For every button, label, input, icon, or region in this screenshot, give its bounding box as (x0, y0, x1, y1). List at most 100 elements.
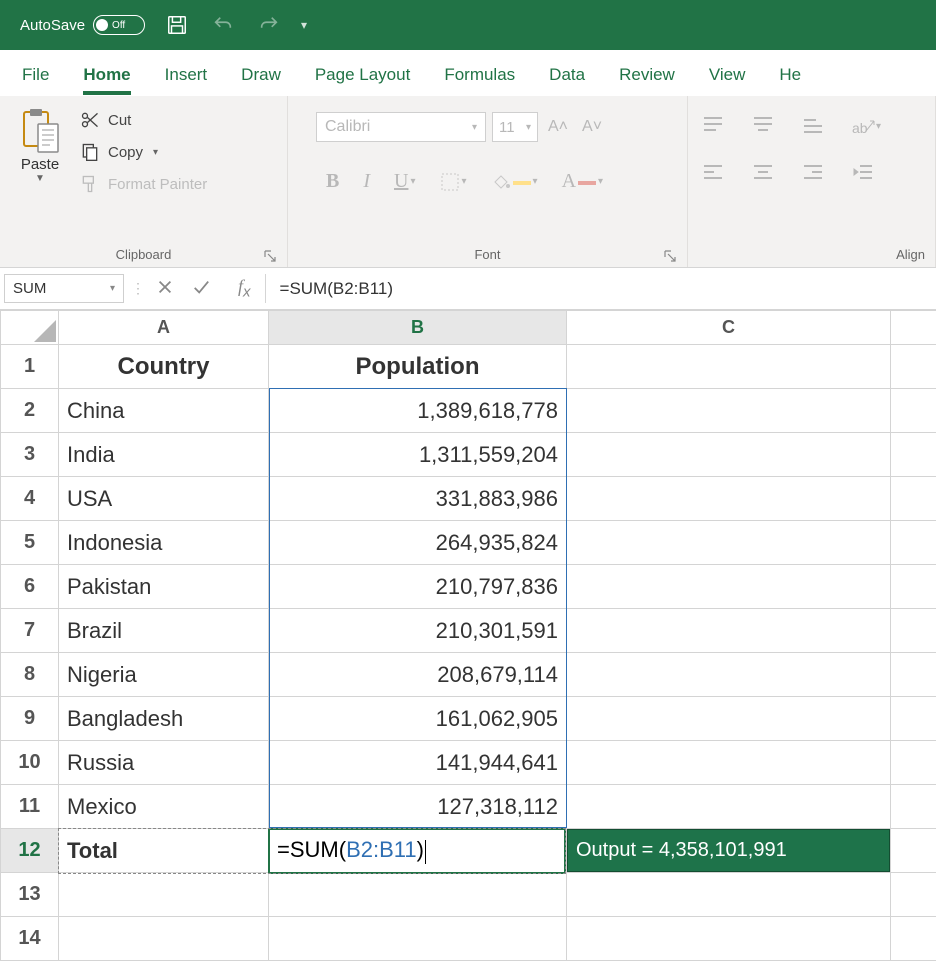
align-left-button[interactable] (702, 163, 724, 184)
qat-customize-icon[interactable]: ▾ (301, 18, 307, 32)
cut-button[interactable]: Cut (80, 110, 207, 130)
cell[interactable]: India (59, 433, 269, 477)
cell[interactable] (567, 697, 891, 741)
cell[interactable]: 210,301,591 (269, 609, 567, 653)
row-header[interactable]: 2 (1, 389, 59, 433)
align-bottom-button[interactable] (802, 116, 824, 137)
italic-button[interactable]: I (363, 170, 370, 193)
row-header[interactable]: 8 (1, 653, 59, 697)
cell[interactable] (59, 917, 269, 961)
row-header[interactable]: 9 (1, 697, 59, 741)
row-header[interactable]: 13 (1, 873, 59, 917)
cell[interactable] (567, 785, 891, 829)
toggle-switch[interactable]: Off (93, 15, 145, 35)
cell[interactable] (567, 565, 891, 609)
cell-a1[interactable]: Country (59, 345, 269, 389)
chevron-down-icon[interactable]: ▾ (110, 283, 115, 294)
cell[interactable] (567, 389, 891, 433)
format-painter-button[interactable]: Format Painter (80, 174, 207, 194)
col-header-b[interactable]: B (269, 311, 567, 345)
row-header[interactable]: 7 (1, 609, 59, 653)
cell[interactable]: Russia (59, 741, 269, 785)
underline-button[interactable]: U▾ (394, 170, 415, 193)
cell[interactable]: China (59, 389, 269, 433)
row-header[interactable]: 11 (1, 785, 59, 829)
cell[interactable] (891, 829, 936, 873)
grow-font-button[interactable]: A˄ (544, 118, 572, 136)
cell[interactable] (567, 521, 891, 565)
row-header[interactable]: 14 (1, 917, 59, 961)
row-header[interactable]: 1 (1, 345, 59, 389)
chevron-down-icon[interactable]: ▾ (153, 147, 158, 158)
align-center-button[interactable] (752, 163, 774, 184)
cell[interactable] (567, 609, 891, 653)
tab-data[interactable]: Data (549, 65, 585, 95)
font-name-select[interactable]: Calibri▾ (316, 112, 486, 142)
cancel-formula-button[interactable] (156, 278, 174, 299)
cell[interactable]: 161,062,905 (269, 697, 567, 741)
tab-page-layout[interactable]: Page Layout (315, 65, 410, 95)
fill-color-button[interactable]: ▾ (491, 172, 538, 192)
font-color-button[interactable]: A▾ (562, 170, 603, 193)
chevron-down-icon[interactable]: ▼ (35, 173, 45, 184)
shrink-font-button[interactable]: A˅ (578, 118, 606, 136)
cell[interactable]: Mexico (59, 785, 269, 829)
col-header-c[interactable]: C (567, 311, 891, 345)
name-box[interactable]: SUM ▾ (4, 274, 124, 303)
cell[interactable] (891, 785, 936, 829)
col-header-a[interactable]: A (59, 311, 269, 345)
cell[interactable] (891, 917, 936, 961)
cell[interactable] (269, 917, 567, 961)
cell[interactable] (567, 433, 891, 477)
row-header[interactable]: 6 (1, 565, 59, 609)
col-header-d[interactable] (891, 311, 936, 345)
cell[interactable]: 208,679,114 (269, 653, 567, 697)
copy-button[interactable]: Copy ▾ (80, 142, 207, 162)
row-header[interactable]: 5 (1, 521, 59, 565)
worksheet-grid[interactable]: A B C 1 Country Population 2China1,389,6… (0, 310, 936, 961)
cell[interactable]: Nigeria (59, 653, 269, 697)
cell[interactable]: 1,311,559,204 (269, 433, 567, 477)
align-right-button[interactable] (802, 163, 824, 184)
cell-d1[interactable] (891, 345, 936, 389)
cell[interactable]: Bangladesh (59, 697, 269, 741)
cell-b12-editing[interactable]: =SUM(B2:B11) (269, 829, 567, 873)
dialog-launcher-icon[interactable] (263, 249, 277, 263)
tab-file[interactable]: File (22, 65, 49, 95)
cell-c1[interactable] (567, 345, 891, 389)
cell[interactable] (567, 653, 891, 697)
cell[interactable]: 1,389,618,778 (269, 389, 567, 433)
cell[interactable] (891, 873, 936, 917)
tab-view[interactable]: View (709, 65, 746, 95)
cell[interactable] (567, 477, 891, 521)
cell[interactable]: Pakistan (59, 565, 269, 609)
tab-draw[interactable]: Draw (241, 65, 281, 95)
save-icon[interactable] (163, 11, 191, 39)
tab-insert[interactable]: Insert (165, 65, 208, 95)
align-middle-button[interactable] (752, 116, 774, 137)
paste-button[interactable]: Paste ▼ (10, 108, 70, 184)
tab-home[interactable]: Home (83, 65, 130, 95)
cell[interactable]: 210,797,836 (269, 565, 567, 609)
decrease-indent-button[interactable] (852, 163, 874, 184)
cell-a12[interactable]: Total (59, 829, 269, 873)
cell[interactable] (891, 653, 936, 697)
cell[interactable] (891, 741, 936, 785)
cell-c12[interactable]: Output = 4,358,101,991 (567, 829, 891, 873)
autosave-toggle[interactable]: AutoSave Off (20, 15, 145, 35)
row-header[interactable]: 4 (1, 477, 59, 521)
undo-icon[interactable] (209, 11, 237, 39)
cell[interactable] (891, 477, 936, 521)
row-header[interactable]: 3 (1, 433, 59, 477)
dialog-launcher-icon[interactable] (663, 249, 677, 263)
fx-icon[interactable]: fx (238, 276, 251, 301)
bold-button[interactable]: B (326, 170, 339, 193)
cell[interactable] (891, 433, 936, 477)
tab-formulas[interactable]: Formulas (444, 65, 515, 95)
align-top-button[interactable] (702, 116, 724, 137)
cell-b1[interactable]: Population (269, 345, 567, 389)
borders-button[interactable]: ▾ (440, 172, 467, 192)
cell[interactable]: 127,318,112 (269, 785, 567, 829)
select-all-corner[interactable] (1, 311, 59, 345)
font-size-select[interactable]: 11▾ (492, 112, 538, 142)
